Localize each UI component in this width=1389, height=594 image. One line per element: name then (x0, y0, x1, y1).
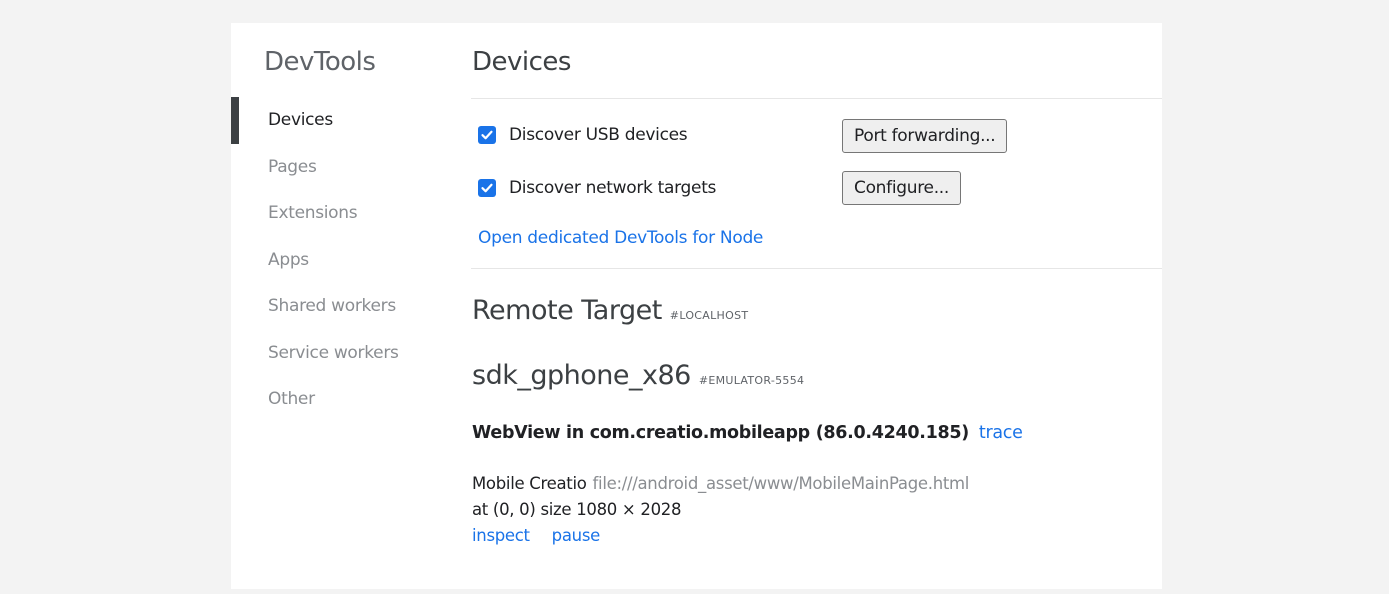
app-title: DevTools (264, 47, 376, 77)
sidebar-item-extensions[interactable]: Extensions (231, 190, 451, 237)
sidebar-item-other[interactable]: Other (231, 376, 451, 423)
webview-heading: WebView in com.creatio.mobileapp (86.0.4… (472, 423, 1023, 443)
header-divider (471, 98, 1162, 99)
configure-button[interactable]: Configure... (842, 171, 962, 205)
sidebar-item-pages[interactable]: Pages (231, 144, 451, 191)
page-title: Devices (472, 47, 571, 77)
target-info-line: Mobile Creatio file:///android_asset/www/… (472, 474, 969, 493)
usb-discovery-checkbox[interactable] (478, 126, 496, 144)
webview-title: WebView in com.creatio.mobileapp (86.0.4… (472, 423, 969, 443)
device-heading: sdk_gphone_x86 #EMULATOR-5554 (472, 360, 804, 391)
port-forwarding-button[interactable]: Port forwarding... (842, 119, 1008, 153)
device-tag: #EMULATOR-5554 (698, 374, 805, 387)
trace-link[interactable]: trace (979, 423, 1023, 443)
sidebar-item-shared-workers[interactable]: Shared workers (231, 283, 451, 330)
target-name: Mobile Creatio (472, 474, 587, 493)
section-divider (471, 268, 1162, 269)
remote-target-title: Remote Target (472, 295, 662, 326)
main-content: Devices Discover USB devices Port forwar… (471, 23, 1162, 589)
network-discovery-checkbox[interactable] (478, 179, 496, 197)
sidebar: DevTools Devices Pages Extensions Apps S… (231, 23, 451, 589)
network-discovery-label: Discover network targets (509, 178, 717, 198)
target-url: file:///android_asset/www/MobileMainPage… (592, 474, 970, 493)
network-discovery-row: Discover network targets (478, 178, 716, 198)
checkmark-icon (481, 130, 493, 140)
device-name: sdk_gphone_x86 (472, 360, 691, 391)
usb-discovery-label: Discover USB devices (509, 125, 688, 145)
checkmark-icon (481, 183, 493, 193)
inspect-link[interactable]: inspect (472, 526, 530, 545)
sidebar-nav: Devices Pages Extensions Apps Shared wor… (231, 97, 451, 423)
pause-link[interactable]: pause (552, 526, 601, 545)
usb-discovery-row: Discover USB devices (478, 125, 688, 145)
target-geometry-line: at (0, 0) size 1080 × 2028 (472, 500, 682, 519)
remote-target-heading: Remote Target #LOCALHOST (472, 295, 748, 326)
sidebar-item-service-workers[interactable]: Service workers (231, 330, 451, 377)
sidebar-item-devices[interactable]: Devices (231, 97, 451, 144)
open-node-devtools-link[interactable]: Open dedicated DevTools for Node (478, 228, 763, 248)
devtools-panel: DevTools Devices Pages Extensions Apps S… (231, 23, 1162, 589)
target-actions: inspect pause (472, 526, 600, 545)
sidebar-item-apps[interactable]: Apps (231, 237, 451, 284)
remote-target-tag: #LOCALHOST (669, 309, 749, 322)
target-position: at (0, 0) (472, 500, 536, 519)
target-size: size 1080 × 2028 (540, 500, 682, 519)
